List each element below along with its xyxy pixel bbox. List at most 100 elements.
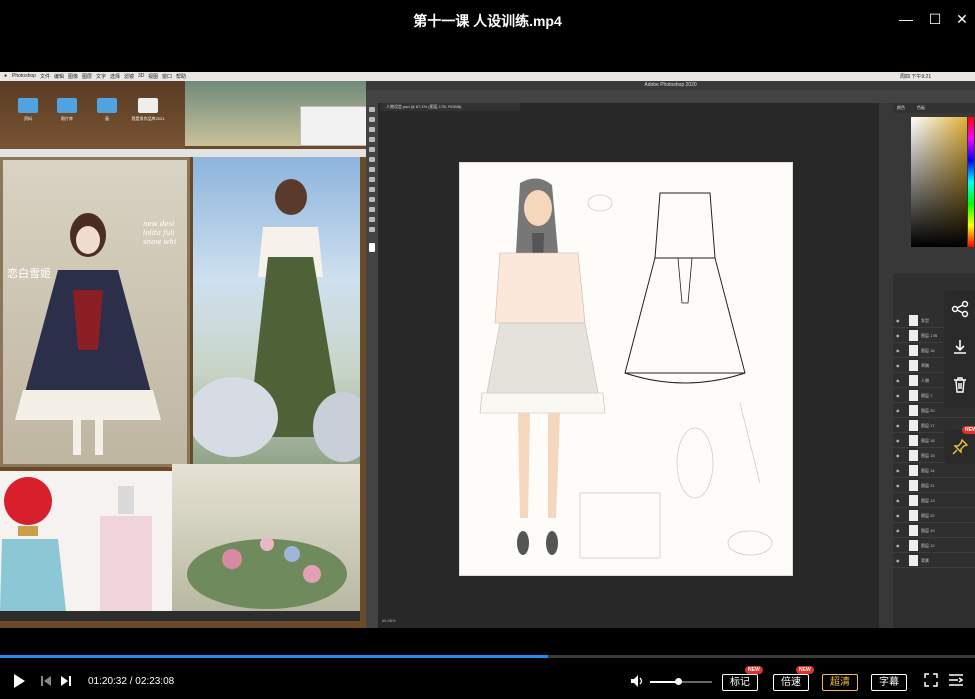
pin-widget[interactable]: NEW <box>944 426 975 464</box>
quality-button[interactable]: 超清 <box>822 674 858 691</box>
progress-bar[interactable] <box>0 655 975 658</box>
play-button[interactable] <box>12 673 26 692</box>
layer-row[interactable]: ◉ 图层 22 <box>893 508 975 523</box>
tab-swatches[interactable]: 色板 <box>917 105 925 111</box>
layer-thumbnail <box>909 315 918 326</box>
layer-name: 图层 15 <box>921 453 935 458</box>
drawing-canvas[interactable] <box>459 162 793 576</box>
eye-icon[interactable]: ◉ <box>896 378 900 383</box>
trash-icon[interactable] <box>949 376 971 398</box>
lasso-tool-icon[interactable] <box>369 127 375 132</box>
menu-3d: 3D <box>138 73 145 79</box>
brush-tool-icon[interactable] <box>369 157 375 162</box>
eye-icon[interactable]: ◉ <box>896 408 900 413</box>
hue-slider[interactable] <box>968 117 974 247</box>
eye-icon[interactable]: ◉ <box>896 333 900 338</box>
layer-name: 图层 18 <box>921 438 935 443</box>
menu-layer: 图层 <box>82 74 93 80</box>
color-picker[interactable] <box>911 117 967 247</box>
eye-icon[interactable]: ◉ <box>896 393 900 398</box>
eye-icon[interactable]: ◉ <box>896 318 900 323</box>
zoom-tool-icon[interactable] <box>369 227 375 232</box>
eye-icon[interactable]: ◉ <box>896 498 900 503</box>
document-tab[interactable]: 人物设定.psd @ 67.1% (图层 17B, RGB/8) <box>380 103 520 111</box>
mac-clock: 周四 下午9:21 <box>900 74 932 80</box>
move-tool-icon[interactable] <box>369 107 375 112</box>
marquee-tool-icon[interactable] <box>369 117 375 122</box>
document-icon[interactable] <box>138 98 158 113</box>
eye-icon[interactable]: ◉ <box>896 513 900 518</box>
eye-icon[interactable]: ◉ <box>896 558 900 563</box>
layer-thumbnail <box>909 555 918 566</box>
image-viewer-titlebar <box>0 149 368 157</box>
eye-icon[interactable]: ◉ <box>896 453 900 458</box>
layer-row[interactable]: ◉ 图层 12 <box>893 538 975 553</box>
maximize-button[interactable]: ☐ <box>924 8 946 30</box>
eye-icon[interactable]: ◉ <box>896 543 900 548</box>
apple-icon: ● <box>4 73 8 79</box>
stamp-tool-icon[interactable] <box>369 167 375 172</box>
browser-window[interactable] <box>300 106 368 146</box>
photoshop-status: 66.98% <box>378 618 878 628</box>
panel-tabs[interactable]: 颜色 色板 <box>893 103 975 113</box>
playlist-icon[interactable] <box>948 673 964 690</box>
notes-new-badge: NEW <box>745 666 763 674</box>
eye-icon[interactable]: ◉ <box>896 483 900 488</box>
minimize-button[interactable]: — <box>895 8 917 30</box>
layer-name: 图层 7 <box>921 393 933 398</box>
type-tool-icon[interactable] <box>369 207 375 212</box>
eye-icon[interactable]: ◉ <box>896 348 900 353</box>
volume-fill <box>650 681 678 683</box>
download-icon[interactable] <box>949 338 971 360</box>
green-dress-photo <box>188 157 373 467</box>
eye-icon[interactable]: ◉ <box>896 468 900 473</box>
folder-icon[interactable] <box>18 98 38 113</box>
perfume-photo <box>0 471 172 611</box>
hand-tool-icon[interactable] <box>369 217 375 222</box>
tab-color[interactable]: 颜色 <box>897 105 905 111</box>
layer-thumbnail <box>909 465 918 476</box>
layer-name: 人物 <box>921 378 929 383</box>
color-swatch-icon[interactable] <box>369 243 375 252</box>
fullscreen-icon[interactable] <box>924 673 938 690</box>
layer-thumbnail <box>909 510 918 521</box>
pin-new-badge: NEW <box>962 426 975 434</box>
layer-row[interactable]: ◉ 图层 13 <box>893 493 975 508</box>
eraser-tool-icon[interactable] <box>369 177 375 182</box>
notes-button[interactable]: 标记 NEW <box>722 666 763 691</box>
pen-tool-icon[interactable] <box>369 197 375 202</box>
eye-icon[interactable]: ◉ <box>896 423 900 428</box>
layer-row[interactable]: ◉ 图层 21 <box>893 478 975 493</box>
volume-slider[interactable] <box>650 678 712 685</box>
layer-thumbnail <box>909 345 918 356</box>
volume-icon[interactable] <box>630 673 646 692</box>
layer-thumbnail <box>909 435 918 446</box>
pin-icon[interactable] <box>952 438 969 460</box>
crop-tool-icon[interactable] <box>369 137 375 142</box>
layer-row[interactable]: ◉ 图层 19 <box>893 523 975 538</box>
previous-button[interactable] <box>40 673 52 692</box>
folder-icon[interactable] <box>97 98 117 113</box>
eye-icon[interactable]: ◉ <box>896 528 900 533</box>
mac-menubar: ● Photoshop 文件 编辑 图像 图层 文字 选择 滤镜 3D 视图 窗… <box>0 72 975 81</box>
desktop: 资料 照片库 画 我是男作品库2021 new desi lolita fuli… <box>0 81 373 628</box>
layer-thumbnail <box>909 375 918 386</box>
close-button[interactable]: ✕ <box>951 8 973 30</box>
eyedropper-tool-icon[interactable] <box>369 147 375 152</box>
layer-thumbnail <box>909 360 918 371</box>
eye-icon[interactable]: ◉ <box>896 438 900 443</box>
speed-button[interactable]: 倍速 NEW <box>773 666 814 691</box>
gradient-tool-icon[interactable] <box>369 187 375 192</box>
folder-icon[interactable] <box>57 98 77 113</box>
layer-row[interactable]: ◉ 背景 <box>893 553 975 568</box>
layer-name: 图层 21 <box>921 483 935 488</box>
next-button[interactable] <box>60 673 72 692</box>
eye-icon[interactable]: ◉ <box>896 363 900 368</box>
video-frame[interactable]: ● Photoshop 文件 编辑 图像 图层 文字 选择 滤镜 3D 视图 窗… <box>0 72 975 628</box>
canvas-area[interactable] <box>378 111 878 618</box>
share-icon[interactable] <box>949 300 971 322</box>
menu-image: 图像 <box>68 74 79 80</box>
volume-knob[interactable] <box>674 678 682 685</box>
subtitle-button[interactable]: 字幕 <box>871 674 907 691</box>
layer-row[interactable]: ◉ 图层 14 <box>893 463 975 478</box>
